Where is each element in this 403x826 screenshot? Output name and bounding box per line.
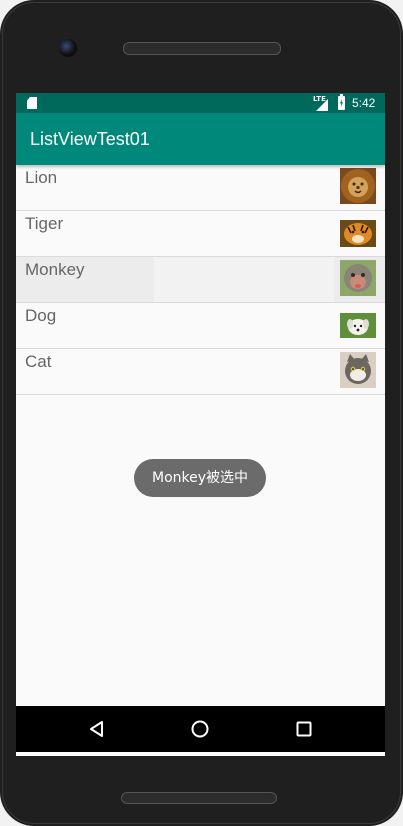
back-icon[interactable] xyxy=(87,719,107,739)
list-item[interactable]: Tiger xyxy=(16,211,385,257)
lion-image xyxy=(340,168,376,204)
monkey-image xyxy=(340,260,376,296)
selection-ripple xyxy=(154,257,334,302)
list-item-selected[interactable]: Monkey xyxy=(16,257,385,303)
earpiece-speaker xyxy=(123,42,281,55)
sd-card-icon xyxy=(27,97,37,109)
status-clock: 5:42 xyxy=(352,96,376,110)
animal-list: Lion Tiger Monkey Dog Cat xyxy=(16,165,385,395)
list-item-label: Lion xyxy=(25,168,58,187)
cat-thumbnail xyxy=(340,352,376,388)
dog-image xyxy=(340,313,376,338)
tiger-thumbnail xyxy=(340,220,376,247)
network-type-label: LTE xyxy=(313,95,326,103)
front-camera xyxy=(59,39,77,57)
monkey-thumbnail xyxy=(340,260,376,296)
bottom-speaker xyxy=(121,792,277,804)
recents-icon[interactable] xyxy=(294,719,314,739)
status-bar: LTE 5:42 xyxy=(16,93,385,113)
home-icon[interactable] xyxy=(190,719,210,739)
battery-charging-icon xyxy=(338,94,345,110)
toast-message: Monkey被选中 xyxy=(134,459,266,497)
navigation-bar xyxy=(16,706,385,752)
app-bar: ListViewTest01 xyxy=(16,113,385,165)
lte-signal-icon: LTE xyxy=(313,95,328,111)
cat-image xyxy=(340,352,376,388)
screen: LTE 5:42 ListViewTest01 Lion Tiger Monke… xyxy=(16,93,385,756)
list-item[interactable]: Dog xyxy=(16,303,385,349)
dog-thumbnail xyxy=(340,313,376,338)
phone-frame: LTE 5:42 ListViewTest01 Lion Tiger Monke… xyxy=(0,0,403,826)
list-item[interactable]: Lion xyxy=(16,165,385,211)
list-item-label: Monkey xyxy=(25,260,85,279)
app-title: ListViewTest01 xyxy=(30,129,150,149)
tiger-image xyxy=(340,220,376,247)
lion-thumbnail xyxy=(340,168,376,204)
list-item-label: Cat xyxy=(25,352,52,371)
list-item-label: Dog xyxy=(25,306,57,325)
list-item-label: Tiger xyxy=(25,214,64,233)
list-item[interactable]: Cat xyxy=(16,349,385,395)
